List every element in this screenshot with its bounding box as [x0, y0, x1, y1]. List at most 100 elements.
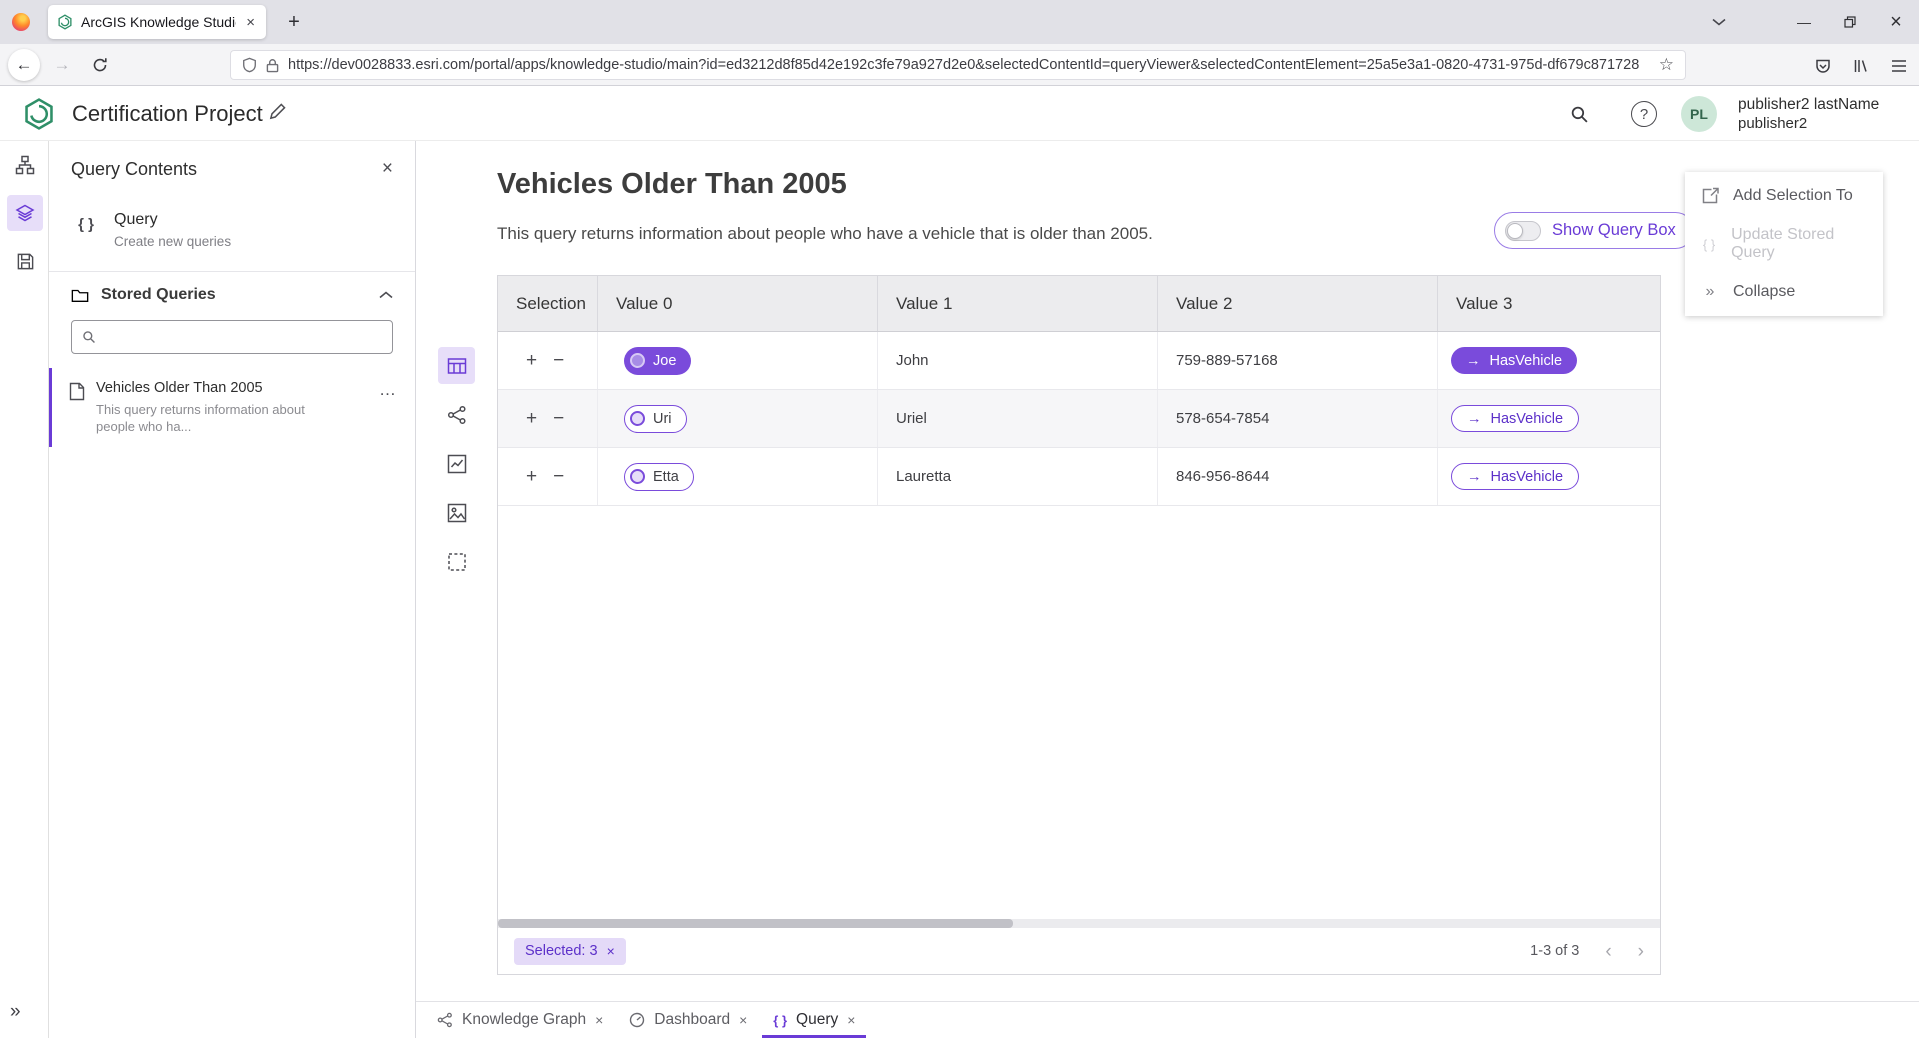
- show-query-box-control[interactable]: Show Query Box: [1494, 212, 1694, 249]
- selected-count-label: Selected: 3: [525, 943, 598, 959]
- table-row[interactable]: + − Joe John 759-889-57168 → HasVehicle: [498, 332, 1660, 390]
- user-info[interactable]: publisher2 lastName publisher2: [1738, 95, 1879, 133]
- query-description: This query returns information about peo…: [497, 224, 1153, 244]
- window-close-button[interactable]: ×: [1873, 0, 1919, 44]
- add-selection-button[interactable]: +: [526, 409, 537, 428]
- chart-view-button[interactable]: [438, 445, 475, 482]
- tab-label: Query: [796, 1011, 838, 1029]
- horizontal-scrollbar[interactable]: [498, 919, 1660, 928]
- entity-label: Uri: [653, 411, 672, 427]
- table-view-button[interactable]: [438, 347, 475, 384]
- edit-title-pencil-icon[interactable]: [268, 102, 287, 121]
- window-restore-button[interactable]: [1827, 0, 1873, 44]
- arcgis-knowledge-logo: [22, 97, 56, 131]
- back-button[interactable]: ←: [8, 49, 40, 81]
- query-contents-panel: Query Contents × { } Query Create new qu…: [49, 141, 416, 1038]
- avatar[interactable]: PL: [1681, 96, 1717, 132]
- select-tool-button[interactable]: [438, 543, 475, 580]
- lock-icon[interactable]: [266, 58, 279, 73]
- forward-button[interactable]: →: [46, 49, 78, 81]
- arrow-right-icon: →: [1467, 411, 1482, 427]
- remove-selection-button[interactable]: −: [553, 409, 564, 428]
- extensions-icon[interactable]: [1847, 52, 1875, 80]
- add-selection-button[interactable]: +: [526, 467, 537, 486]
- user-name: publisher2 lastName: [1738, 95, 1879, 114]
- map-view-button[interactable]: [438, 494, 475, 531]
- context-menu: Add Selection To { } Update Stored Query…: [1685, 172, 1883, 316]
- show-query-box-toggle[interactable]: [1505, 221, 1541, 241]
- previous-page-button[interactable]: ‹: [1605, 942, 1611, 961]
- stored-queries-search-input[interactable]: [105, 329, 382, 345]
- tab-label: Dashboard: [654, 1011, 730, 1029]
- browser-navbar: ← → https://dev0028833.esri.com/portal/a…: [0, 44, 1919, 86]
- tracking-protection-shield-icon[interactable]: [242, 57, 257, 73]
- url-bar[interactable]: https://dev0028833.esri.com/portal/apps/…: [230, 50, 1686, 80]
- help-button[interactable]: ?: [1631, 101, 1657, 127]
- window-minimize-button[interactable]: —: [1781, 0, 1827, 44]
- question-icon: ?: [1640, 106, 1648, 123]
- table-row[interactable]: + − Etta Lauretta 846-956-8644 → HasVehi…: [498, 448, 1660, 506]
- chevron-up-icon[interactable]: [379, 291, 393, 299]
- nav-save-button[interactable]: [7, 243, 43, 279]
- column-header: Value 1: [878, 276, 1158, 331]
- relationship-label: HasVehicle: [1490, 353, 1563, 369]
- tab-close-icon[interactable]: ×: [847, 1012, 855, 1028]
- stored-query-item[interactable]: Vehicles Older Than 2005 This query retu…: [49, 368, 415, 447]
- browser-tab[interactable]: ArcGIS Knowledge Studio ×: [48, 5, 266, 39]
- value1-cell: John: [878, 332, 1158, 389]
- link-chart-view-button[interactable]: [438, 396, 475, 433]
- relationship-chip[interactable]: → HasVehicle: [1451, 463, 1579, 490]
- pocket-icon[interactable]: [1809, 52, 1837, 80]
- bookmark-star-icon[interactable]: ☆: [1659, 55, 1674, 75]
- tab-knowledge-graph[interactable]: Knowledge Graph ×: [424, 1002, 616, 1038]
- app-menu-icon[interactable]: [1885, 52, 1913, 80]
- selected-count-chip[interactable]: Selected: 3 ×: [514, 938, 626, 965]
- menu-item-collapse[interactable]: » Collapse: [1685, 268, 1883, 316]
- menu-item-add-selection-to[interactable]: Add Selection To: [1685, 172, 1883, 220]
- stored-queries-header[interactable]: Stored Queries: [49, 272, 415, 318]
- scrollbar-thumb[interactable]: [498, 919, 1013, 928]
- new-tab-button[interactable]: +: [280, 8, 308, 36]
- braces-icon: { }: [1700, 237, 1718, 252]
- new-query-item[interactable]: { } Query Create new queries: [49, 197, 415, 271]
- add-selection-button[interactable]: +: [526, 351, 537, 370]
- arcgis-favicon: [57, 14, 73, 30]
- panel-close-icon[interactable]: ×: [382, 158, 393, 180]
- content-tab-bar: Knowledge Graph × Dashboard × { } Query …: [416, 1001, 1919, 1038]
- remove-selection-button[interactable]: −: [553, 351, 564, 370]
- dashboard-icon: [629, 1012, 645, 1028]
- nav-data-model-button[interactable]: [7, 147, 43, 183]
- clear-selection-button[interactable]: ×: [607, 943, 615, 959]
- menu-item-update-stored-query[interactable]: { } Update Stored Query: [1685, 220, 1883, 268]
- table-row[interactable]: + − Uri Uriel 578-654-7854 → HasVehicle: [498, 390, 1660, 448]
- entity-chip[interactable]: Etta: [624, 463, 694, 491]
- url-input[interactable]: https://dev0028833.esri.com/portal/apps/…: [288, 57, 1650, 73]
- tab-close-icon[interactable]: ×: [739, 1012, 747, 1028]
- arrow-right-icon: →: [1467, 469, 1482, 485]
- tab-query[interactable]: { } Query ×: [760, 1002, 868, 1038]
- stored-query-menu-button[interactable]: …: [379, 380, 397, 400]
- braces-icon: { }: [71, 209, 101, 239]
- tab-close-icon[interactable]: ×: [244, 14, 257, 31]
- search-button[interactable]: [1565, 100, 1593, 128]
- panel-title: Query Contents: [71, 159, 197, 180]
- next-page-button[interactable]: ›: [1638, 942, 1644, 961]
- query-item-subtitle: Create new queries: [114, 234, 231, 249]
- nav-layers-button[interactable]: [7, 195, 43, 231]
- stored-queries-title: Stored Queries: [101, 286, 216, 304]
- expand-rail-button[interactable]: »: [10, 1001, 21, 1023]
- stored-query-title: Vehicles Older Than 2005: [96, 380, 326, 396]
- relationship-chip[interactable]: → HasVehicle: [1451, 347, 1577, 374]
- tab-close-icon[interactable]: ×: [595, 1012, 603, 1028]
- stored-queries-search[interactable]: [71, 320, 393, 354]
- reload-button[interactable]: [84, 49, 116, 81]
- search-icon: [82, 330, 96, 344]
- query-item-title: Query: [114, 209, 231, 229]
- remove-selection-button[interactable]: −: [553, 467, 564, 486]
- entity-chip[interactable]: Joe: [624, 347, 691, 375]
- relationship-label: HasVehicle: [1491, 469, 1564, 485]
- relationship-chip[interactable]: → HasVehicle: [1451, 405, 1579, 432]
- entity-chip[interactable]: Uri: [624, 405, 687, 433]
- tab-dashboard[interactable]: Dashboard ×: [616, 1002, 760, 1038]
- tab-overflow-chevron-icon[interactable]: [1706, 10, 1732, 34]
